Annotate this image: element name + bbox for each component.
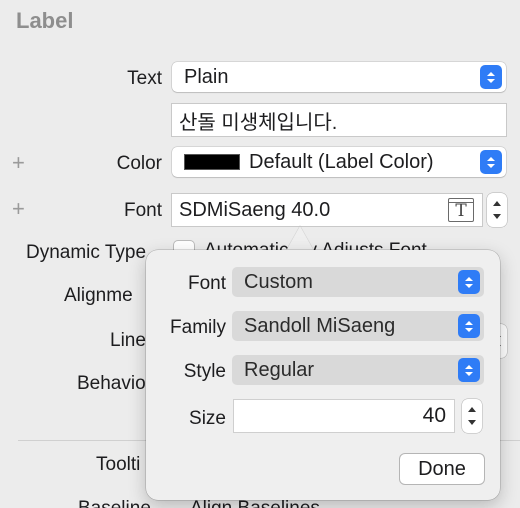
color-value: Default (Label Color) <box>249 150 434 173</box>
font-family-value: Sandoll MiSaeng <box>244 314 396 337</box>
text-type-popup[interactable]: Plain <box>172 62 506 92</box>
font-family-popup[interactable]: Sandoll MiSaeng <box>232 311 484 341</box>
behavior-label: Behavio <box>77 373 146 394</box>
color-swatch <box>184 154 240 170</box>
add-color-variation-icon[interactable]: + <box>12 152 25 174</box>
color-popup[interactable]: Default (Label Color) <box>172 147 506 177</box>
tooltip-label: Toolti <box>96 454 141 475</box>
popover-style-label: Style <box>183 361 226 382</box>
label-text-field[interactable]: 산돌 미생체입니다. <box>172 104 506 136</box>
popup-chevrons-icon <box>458 358 480 382</box>
popup-chevrons-icon <box>458 270 480 294</box>
section-title: Label <box>16 8 74 33</box>
text-label: Text <box>127 68 162 89</box>
color-label: Color <box>116 153 162 174</box>
font-size-field[interactable]: 40 <box>234 400 454 432</box>
popover-size-label: Size <box>189 408 226 429</box>
dynamic-type-label: Dynamic Type <box>26 242 147 263</box>
font-type-popup[interactable]: Custom <box>232 267 484 297</box>
text-type-value: Plain <box>184 65 229 88</box>
popup-chevrons-icon <box>480 65 502 89</box>
baseline-label: Baseline <box>78 498 151 508</box>
font-picker-icon[interactable]: T <box>448 198 474 222</box>
font-popover: Font Custom Family Sandoll MiSaeng Style… <box>146 250 500 500</box>
popup-chevrons-icon <box>458 314 480 338</box>
font-type-value: Custom <box>244 270 313 293</box>
add-font-variation-icon[interactable]: + <box>12 198 25 220</box>
font-style-value: Regular <box>244 358 315 381</box>
font-label: Font <box>123 200 162 221</box>
popover-size-stepper[interactable] <box>462 399 482 433</box>
font-size-stepper[interactable] <box>487 193 507 227</box>
lines-label: Line <box>110 330 146 351</box>
popover-family-label: Family <box>170 317 226 338</box>
popup-chevrons-icon <box>480 150 502 174</box>
done-button[interactable]: Done <box>400 454 484 484</box>
popover-font-label: Font <box>187 273 226 294</box>
label-text-value: 산돌 미생체입니다. <box>179 111 338 134</box>
popover-arrow <box>286 226 314 251</box>
font-field[interactable]: SDMiSaeng 40.0 T <box>172 194 482 226</box>
font-value: SDMiSaeng 40.0 <box>179 198 331 221</box>
font-style-popup[interactable]: Regular <box>232 355 484 385</box>
alignment-label: Alignme <box>64 285 133 306</box>
font-picker-glyph: T <box>455 201 467 221</box>
